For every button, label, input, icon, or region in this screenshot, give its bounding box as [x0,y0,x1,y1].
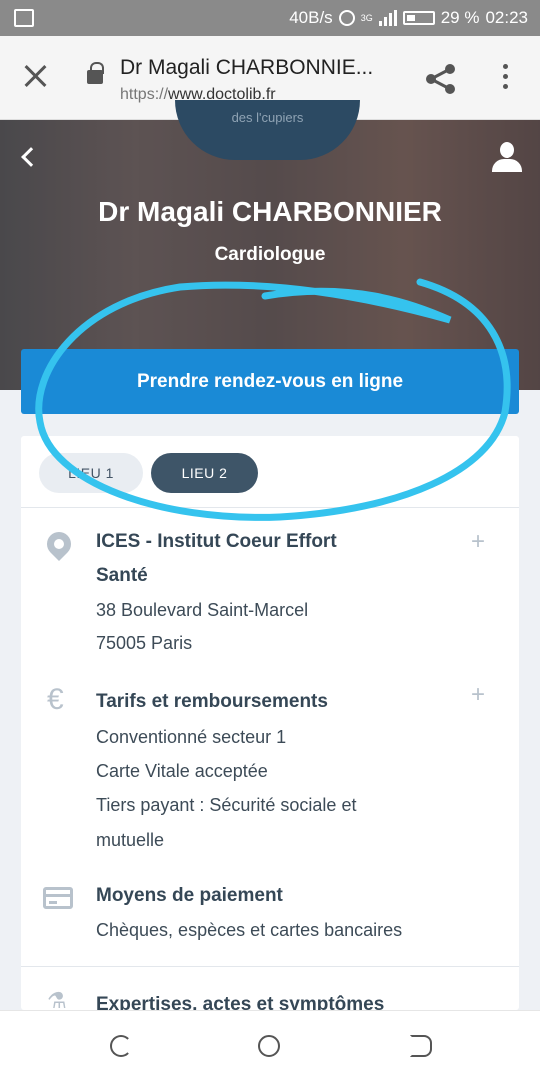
home-button[interactable] [258,1035,280,1057]
tab-lieu-1[interactable]: LIEU 1 [39,453,143,493]
address-line1: 38 Boulevard Saint-Marcel [96,600,309,620]
euro-icon: € [47,683,64,716]
page-title[interactable]: Dr Magali CHARBONNIE... [120,56,373,80]
tarifs-line: mutuelle [96,830,165,850]
tarifs-title: Tarifs et remboursements [96,691,328,712]
network-speed: 40B/s [289,8,333,27]
url-scheme: https:// [120,86,169,103]
share-button[interactable] [424,62,458,96]
credit-card-icon [43,887,73,909]
paiement-line: Chèques, espèces et cartes bancaires [96,920,403,940]
address-line2: 75005 Paris [96,633,193,653]
location-title-line1: ICES - Institut Coeur Effort [96,531,337,552]
tarifs-line: Tiers payant : Sécurité sociale et [96,795,357,815]
network-type: 3G [360,13,373,23]
overflow-menu-button[interactable] [500,64,510,94]
doctor-name: Dr Magali CHARBONNIER [98,196,442,227]
doctor-avatar: des l'cupiers [175,100,360,160]
user-icon [500,142,514,158]
user-account-button[interactable] [492,142,522,172]
close-tab-button[interactable] [22,62,50,90]
tarifs-line: Conventionné secteur 1 [96,727,287,747]
status-bar: 40B/s 3G 29 % 02:23 [0,0,540,36]
signal-icon [378,10,397,26]
android-nav-bar [0,1010,540,1080]
system-back-button[interactable] [410,1035,432,1057]
battery-icon [402,11,435,25]
data-saver-icon [338,10,355,26]
avatar-text: des l'cupiers [231,110,304,125]
location-title-line2: Santé [96,565,148,586]
recent-apps-button[interactable] [110,1035,132,1057]
location-tabs: LIEU 1 LIEU 2 [21,436,519,508]
expand-location-button[interactable]: + [471,528,485,556]
clock: 02:23 [485,8,528,27]
doctor-specialty: Cardiologue [214,244,326,265]
location-pin-icon [42,527,76,561]
battery-level: 29 % [440,8,480,27]
lock-icon [87,62,104,84]
share-icon [426,64,455,94]
cast-icon [14,9,34,27]
tarifs-line: Carte Vitale acceptée [96,761,268,781]
info-card: LIEU 1 LIEU 2 ICES - Institut Coeur Effo… [21,436,519,1015]
paiement-title: Moyens de paiement [96,885,283,906]
divider [21,966,519,967]
tab-lieu-2[interactable]: LIEU 2 [151,453,258,493]
expand-tarifs-button[interactable]: + [471,681,485,709]
book-appointment-button[interactable]: Prendre rendez-vous en ligne [21,349,519,414]
